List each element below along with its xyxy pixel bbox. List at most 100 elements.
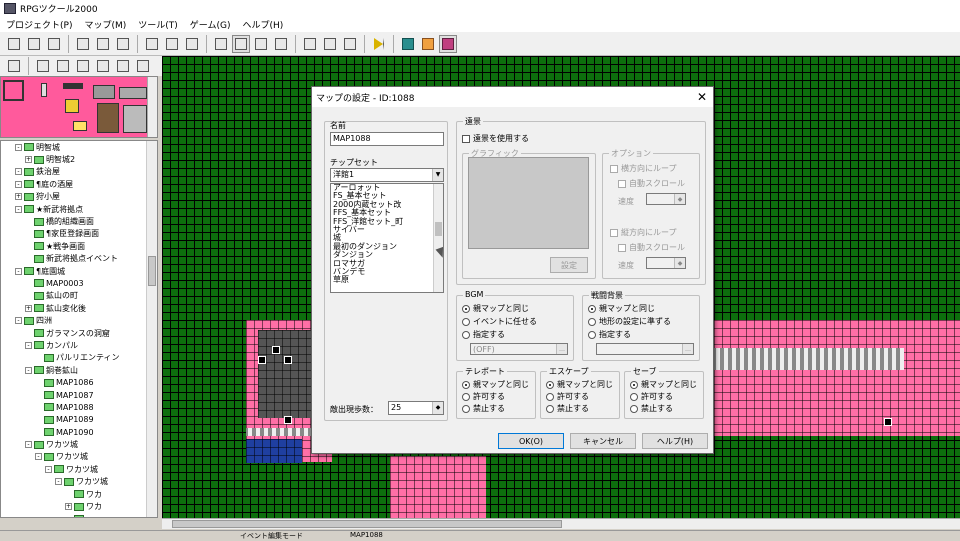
close-project-button[interactable] bbox=[45, 35, 63, 53]
checkbox-icon[interactable] bbox=[618, 243, 626, 252]
bgm-radio-event[interactable]: イベントに任せる bbox=[462, 316, 537, 327]
radio-icon[interactable] bbox=[588, 317, 596, 326]
scroll-thumb[interactable] bbox=[435, 222, 442, 236]
expand-icon[interactable]: + bbox=[65, 503, 72, 511]
title-button[interactable] bbox=[419, 35, 437, 53]
tree-item[interactable]: + 鉱山変化後 bbox=[1, 302, 147, 314]
tree-item[interactable]: MAP1088 bbox=[1, 401, 147, 413]
zoom-1-8-button[interactable] bbox=[272, 35, 290, 53]
tree-item[interactable]: - ★新武将拠点 bbox=[1, 203, 147, 215]
tree-item[interactable]: ガラマンスの洞窟 bbox=[1, 327, 147, 339]
zoom-button[interactable] bbox=[54, 57, 72, 75]
undo-button[interactable] bbox=[5, 57, 23, 75]
collapse-icon[interactable]: - bbox=[15, 180, 22, 188]
map-layer-upper-button[interactable] bbox=[163, 35, 181, 53]
tree-item[interactable]: MAP1089 bbox=[1, 414, 147, 426]
escape-radio-allow[interactable]: 許可する bbox=[546, 391, 589, 402]
tree-item[interactable]: - ¶庭の酒屋 bbox=[1, 178, 147, 190]
battle-bg-radio-terrain[interactable]: 地形の設定に準ずる bbox=[588, 316, 671, 327]
map-event[interactable] bbox=[884, 418, 892, 426]
select-button[interactable] bbox=[34, 57, 52, 75]
fill-button[interactable] bbox=[134, 57, 152, 75]
rectangle-button[interactable] bbox=[94, 57, 112, 75]
tree-item[interactable]: 新武将拠点イベント bbox=[1, 253, 147, 265]
radio-icon[interactable] bbox=[630, 392, 638, 401]
expand-icon[interactable]: + bbox=[25, 304, 32, 312]
help-book-button[interactable] bbox=[439, 34, 457, 53]
v-loop-checkbox[interactable]: 縦方向にループ bbox=[610, 227, 677, 238]
battle-bg-value-field[interactable]: … bbox=[596, 343, 694, 355]
radio-icon[interactable] bbox=[462, 317, 470, 326]
open-project-button[interactable] bbox=[25, 35, 43, 53]
tree-item[interactable]: + 明智城2 bbox=[1, 153, 147, 165]
new-project-button[interactable] bbox=[5, 35, 23, 53]
battle-bg-radio-parent[interactable]: 親マップと同じ bbox=[588, 303, 655, 314]
expand-icon[interactable]: + bbox=[15, 193, 22, 201]
collapse-icon[interactable]: - bbox=[25, 441, 32, 449]
revert-button[interactable] bbox=[114, 35, 132, 53]
tree-item[interactable]: 鉱山の町 bbox=[1, 290, 147, 302]
tree-item[interactable]: - 明智城 bbox=[1, 141, 147, 153]
fullscreen-button[interactable] bbox=[399, 35, 417, 53]
radio-icon[interactable] bbox=[462, 380, 470, 389]
battle-bg-radio-specify[interactable]: 指定する bbox=[588, 329, 631, 340]
checkbox-icon[interactable] bbox=[618, 179, 626, 188]
tree-item[interactable]: + 狩小屋 bbox=[1, 191, 147, 203]
collapse-icon[interactable]: - bbox=[25, 366, 32, 374]
circle-button[interactable] bbox=[114, 57, 132, 75]
map-name-input[interactable]: MAP1088 bbox=[330, 132, 444, 146]
browse-icon[interactable]: … bbox=[556, 344, 567, 354]
map-event[interactable] bbox=[284, 416, 292, 424]
material-button[interactable] bbox=[321, 35, 339, 53]
bgm-value-field[interactable]: (OFF)… bbox=[470, 343, 568, 355]
map-hscrollbar[interactable] bbox=[162, 518, 960, 529]
zoom-1-1-button[interactable] bbox=[212, 35, 230, 53]
tree-item[interactable]: ワカ bbox=[1, 488, 147, 500]
collapse-icon[interactable]: - bbox=[15, 317, 22, 325]
tree-item[interactable]: - 銅巻鉱山 bbox=[1, 364, 147, 376]
radio-icon[interactable] bbox=[546, 404, 554, 413]
radio-icon[interactable] bbox=[462, 404, 470, 413]
scroll-thumb[interactable] bbox=[172, 520, 562, 528]
tileset-listbox[interactable]: アーロォット FS_基本セット 2000内蔵セット改 FFS_基本セット FFS_洋館セ… bbox=[330, 183, 444, 293]
collapse-icon[interactable]: - bbox=[45, 465, 52, 473]
v-auto-scroll-checkbox[interactable]: 自動スクロール bbox=[618, 242, 685, 253]
cancel-button[interactable]: キャンセル bbox=[570, 433, 636, 449]
tileset-palette[interactable] bbox=[0, 76, 158, 138]
menu-tool[interactable]: ツール(T) bbox=[132, 18, 184, 31]
radio-icon[interactable] bbox=[546, 380, 554, 389]
h-loop-checkbox[interactable]: 横方向にループ bbox=[610, 163, 677, 174]
radio-icon[interactable] bbox=[546, 392, 554, 401]
checkbox-icon[interactable] bbox=[610, 164, 618, 173]
checkbox-icon[interactable] bbox=[462, 134, 470, 143]
map-event[interactable] bbox=[284, 356, 292, 364]
h-auto-scroll-checkbox[interactable]: 自動スクロール bbox=[618, 178, 685, 189]
escape-radio-deny[interactable]: 禁止する bbox=[546, 403, 589, 414]
scroll-thumb[interactable] bbox=[148, 256, 156, 286]
spin-icon[interactable]: ◆ bbox=[432, 402, 443, 414]
browse-icon[interactable]: … bbox=[682, 344, 693, 354]
tileset-option[interactable]: 草原 bbox=[331, 276, 443, 284]
tree-item[interactable]: - 鉄治屋 bbox=[1, 166, 147, 178]
checkbox-icon[interactable] bbox=[610, 228, 618, 237]
tree-item[interactable]: ¶家臣登録画面 bbox=[1, 228, 147, 240]
radio-icon[interactable] bbox=[588, 330, 596, 339]
collapse-icon[interactable]: - bbox=[15, 267, 22, 275]
menu-game[interactable]: ゲーム(G) bbox=[184, 18, 237, 31]
zoom-1-2-button[interactable] bbox=[232, 34, 250, 53]
tree-item[interactable]: MAP1086 bbox=[1, 376, 147, 388]
tree-item[interactable]: - 四洲 bbox=[1, 314, 147, 326]
spin-icon[interactable]: ◆ bbox=[674, 194, 685, 204]
teleport-radio-deny[interactable]: 禁止する bbox=[462, 403, 505, 414]
chevron-down-icon[interactable]: ▼ bbox=[432, 169, 443, 181]
encounter-steps-input[interactable]: 25 ◆ bbox=[388, 401, 444, 415]
ok-button[interactable]: OK(O) bbox=[498, 433, 564, 449]
radio-icon[interactable] bbox=[462, 330, 470, 339]
menu-project[interactable]: プロジェクト(P) bbox=[0, 18, 78, 31]
collapse-icon[interactable]: - bbox=[15, 143, 22, 151]
collapse-icon[interactable]: - bbox=[35, 453, 42, 461]
tileset-option[interactable]: サイバー bbox=[331, 225, 443, 234]
play-test-button[interactable] bbox=[370, 35, 388, 53]
map-event[interactable] bbox=[272, 346, 280, 354]
panorama-settings-button[interactable]: 設定 bbox=[550, 257, 588, 273]
